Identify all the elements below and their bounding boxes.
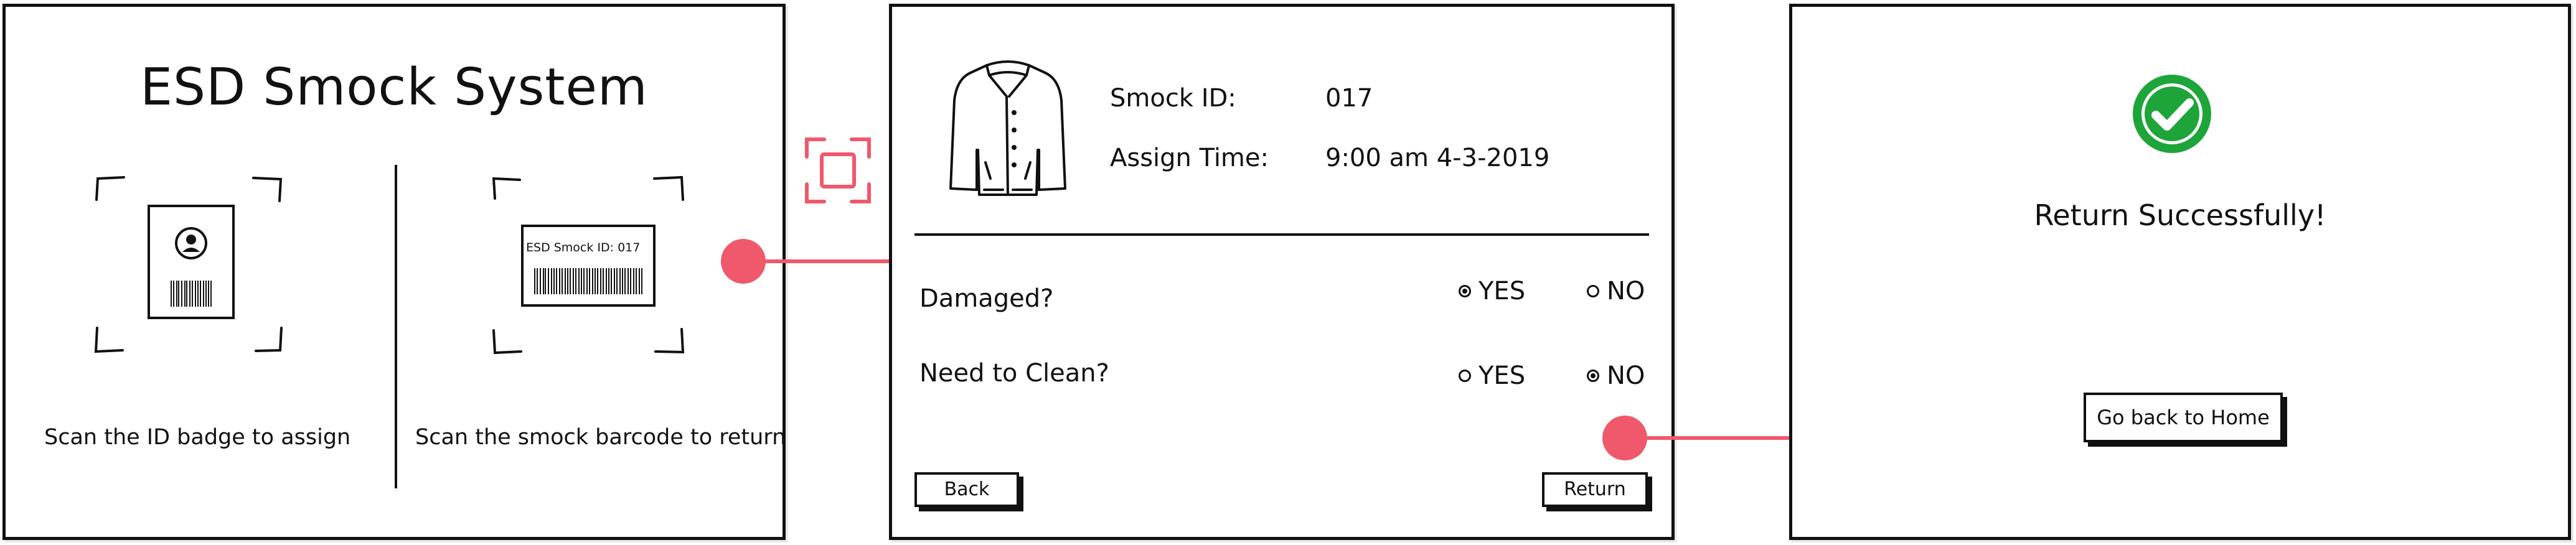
clean-no-radio[interactable]: NO [1587, 361, 1645, 390]
radio-selected-icon [1587, 370, 1599, 382]
damaged-no-radio[interactable]: NO [1587, 277, 1645, 305]
divider [395, 165, 397, 488]
return-details-screen: Smock ID: 017 Assign Time: 9:00 am 4-3-2… [889, 4, 1675, 540]
barcode-caption: Scan the smock barcode to return [415, 425, 786, 450]
smock-barcode-scan-frame[interactable] [490, 175, 687, 355]
smock-jacket-icon [949, 60, 1066, 196]
success-check-icon [2133, 75, 2211, 153]
clean-yes-radio[interactable]: YES [1459, 361, 1525, 390]
damaged-question: Damaged? [919, 284, 1054, 313]
return-button[interactable]: Return [1542, 472, 1648, 507]
id-badge-scan-frame[interactable] [93, 175, 286, 355]
radio-selected-icon [1459, 285, 1471, 297]
assign-time-label: Assign Time: [1110, 144, 1269, 172]
radio-label: YES [1478, 277, 1526, 305]
success-message: Return Successfully! [2034, 198, 2326, 232]
radio-unselected-icon [1459, 370, 1471, 382]
back-button[interactable]: Back [914, 472, 1019, 507]
damaged-yes-radio[interactable]: YES [1459, 277, 1525, 305]
go-back-home-button[interactable]: Go back to Home [2084, 393, 2283, 442]
radio-unselected-icon [1587, 285, 1599, 297]
app-title: ESD Smock System [140, 58, 648, 117]
assign-time-value: 9:00 am 4-3-2019 [1325, 144, 1550, 172]
smock-id-label: Smock ID: [1110, 84, 1236, 113]
badge-caption: Scan the ID badge to assign [44, 425, 351, 450]
id-badge-icon [148, 205, 235, 319]
barcode-card [521, 225, 656, 307]
barcode-card-label: ESD Smock ID: 017 [526, 241, 641, 254]
radio-label: NO [1607, 361, 1645, 390]
radio-label: YES [1478, 361, 1526, 390]
section-divider [914, 233, 1649, 236]
need-to-clean-question: Need to Clean? [919, 359, 1109, 388]
return-success-screen: Return Successfully! Go back to Home [1789, 4, 2571, 540]
assign-return-screen: ESD Smock System Scan the ID badge to as… [2, 4, 786, 540]
smock-id-value: 017 [1325, 84, 1373, 113]
scan-icon [805, 137, 871, 203]
radio-label: NO [1607, 277, 1645, 305]
